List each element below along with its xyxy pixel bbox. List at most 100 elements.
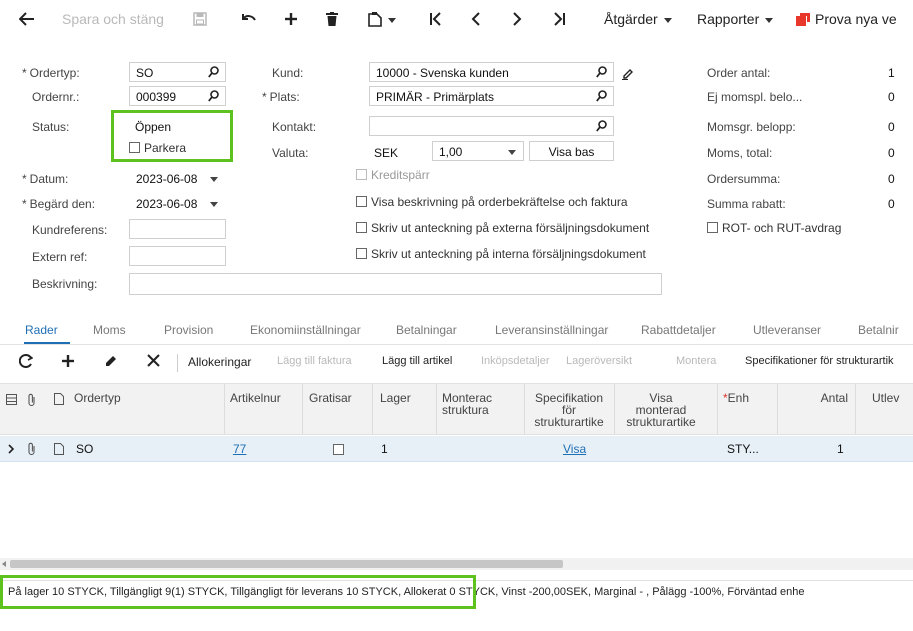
allokeringar-button[interactable]: Allokeringar [188,355,251,369]
col-enh-label: Enh [727,391,750,405]
kontakt-field[interactable] [369,116,614,136]
table-row[interactable]: SO 77 1 Visa STY... 1 [0,436,913,462]
refresh-icon[interactable] [18,354,34,371]
summa-rabatt-value: 0 [888,197,895,211]
scrollbar-thumb[interactable] [10,560,563,568]
save-icon[interactable] [193,9,207,29]
next-record-icon[interactable] [512,9,522,29]
ordertyp-field[interactable]: SO [129,62,226,82]
lageroversikt-button[interactable]: Lageröversikt [566,355,632,367]
undo-icon[interactable] [241,9,257,29]
kund-label: Kund: [272,66,304,80]
summa-rabatt-label: Summa rabatt: [707,197,786,211]
datum-field[interactable]: 2023-06-08 [129,168,226,188]
first-record-icon[interactable] [429,9,443,29]
checkbox[interactable] [356,222,367,233]
edit-row-icon[interactable] [104,354,118,371]
kundreferens-field[interactable] [129,219,226,239]
plats-field[interactable]: PRIMÄR - Primärplats [369,86,614,106]
visa-beskrivning-checkbox[interactable]: Visa beskrivning på orderbekräftelse och… [356,195,628,209]
column-divider [717,384,718,434]
edit-pencil-icon[interactable] [622,64,634,84]
col-spec-line3: strukturartike [534,415,604,429]
col-artikelnr[interactable]: Artikelnur [230,392,281,404]
tab-moms[interactable]: Moms [93,323,126,337]
specifikationer-button[interactable]: Specifikationer för strukturartik [745,355,894,367]
tab-utleveranser[interactable]: Utleveranser [753,323,821,337]
new-ui-icon [796,12,810,26]
begard-field[interactable]: 2023-06-08 [129,193,226,213]
inkopsdetaljer-button[interactable]: Inköpsdetaljer [481,355,550,367]
checkbox[interactable] [707,222,718,233]
beskrivning-field[interactable] [129,273,662,295]
extern-ref-field[interactable] [129,246,226,266]
row-selector-icon [8,444,14,454]
visa-bas-button[interactable]: Visa bas [529,141,614,161]
skriv-externa-checkbox[interactable]: Skriv ut anteckning på externa försäljni… [356,221,649,235]
column-divider [372,384,373,434]
skriv-interna-checkbox[interactable]: Skriv ut anteckning på interna försäljni… [356,247,646,261]
last-record-icon[interactable] [552,9,566,29]
main-toolbar: Spara och stäng Åtgärder Rapporter Prova… [0,0,913,38]
rot-rut-checkbox[interactable]: ROT- och RUT-avdrag [707,221,841,235]
ej-momspl-label: Ej momspl. belo... [707,90,803,104]
chevron-down-icon[interactable] [210,177,218,182]
col-utlev[interactable]: Utlev [872,392,899,404]
tab-provision[interactable]: Provision [164,323,213,337]
ordernr-label: Ordernr.: [32,90,80,104]
cell-spec-link[interactable]: Visa [563,442,586,456]
delete-icon[interactable] [326,9,338,29]
checkbox[interactable] [356,248,367,259]
checkbox[interactable] [356,196,367,207]
tab-divider [0,344,913,345]
tab-ekonomiinstallningar[interactable]: Ekonomiinställningar [250,323,361,337]
ordernr-field[interactable]: 000399 [129,86,226,106]
note-icon [54,393,64,405]
reports-menu-label: Rapporter [697,11,760,27]
tab-rabattdetaljer[interactable]: Rabattdetaljer [641,323,716,337]
save-close-button[interactable]: Spara och stäng [62,9,164,29]
col-visa-monterad[interactable]: Visa monterad strukturartike [617,392,705,428]
col-gratisar[interactable]: Gratisar [309,392,352,404]
delete-row-icon[interactable] [147,354,160,370]
col-specifikation[interactable]: Specifikation för strukturartike [527,392,611,428]
cell-gratisar-checkbox[interactable] [333,443,348,457]
highlight-status-box [111,110,233,162]
col-enh[interactable]: *Enh [723,392,749,404]
add-row-icon[interactable] [61,354,75,371]
lagg-till-artikel-button[interactable]: Lägg till artikel [382,355,452,367]
tab-betalnir[interactable]: Betalnir [858,323,899,337]
col-ordertyp[interactable]: Ordertyp [74,392,121,404]
cell-antal: 1 [837,442,844,456]
chevron-down-icon [663,17,672,23]
add-icon[interactable] [284,9,298,29]
lagg-till-faktura-button[interactable]: Lägg till faktura [277,355,352,367]
try-new-button[interactable]: Prova nya ve [796,9,897,29]
tab-leveransinstallningar[interactable]: Leveransinställningar [495,323,608,337]
actions-menu[interactable]: Åtgärder [604,9,672,29]
col-monterad[interactable]: Monterac struktura [442,392,492,416]
kreditsparr-label: Kreditspärr [371,168,430,182]
col-antal[interactable]: Antal [800,392,848,404]
rate-field[interactable]: 1,00 [432,141,524,161]
col-lager[interactable]: Lager [380,392,411,404]
previous-record-icon[interactable] [471,9,481,29]
tab-betalningar[interactable]: Betalningar [396,323,457,337]
back-arrow-icon[interactable] [19,9,35,29]
cell-artikel-link[interactable]: 77 [233,442,246,456]
chevron-down-icon[interactable] [210,202,218,207]
reports-menu[interactable]: Rapporter [697,9,774,29]
visa-beskrivning-label: Visa beskrivning på orderbekräftelse och… [371,195,628,209]
moms-total-value: 0 [888,146,895,160]
skriv-interna-label: Skriv ut anteckning på interna försäljni… [371,247,646,261]
order-antal-value: 1 [888,66,895,80]
chevron-down-icon[interactable] [508,150,516,155]
checkbox[interactable] [333,444,344,455]
montera-button[interactable]: Montera [676,355,716,367]
scroll-left-icon[interactable] [2,561,6,567]
column-config-icon [6,394,17,405]
copy-paste-icon[interactable] [368,9,396,29]
tab-rader[interactable]: Rader [25,323,58,337]
horizontal-scrollbar[interactable] [0,558,913,570]
kund-field[interactable]: 10000 - Svenska kunden [369,62,614,82]
